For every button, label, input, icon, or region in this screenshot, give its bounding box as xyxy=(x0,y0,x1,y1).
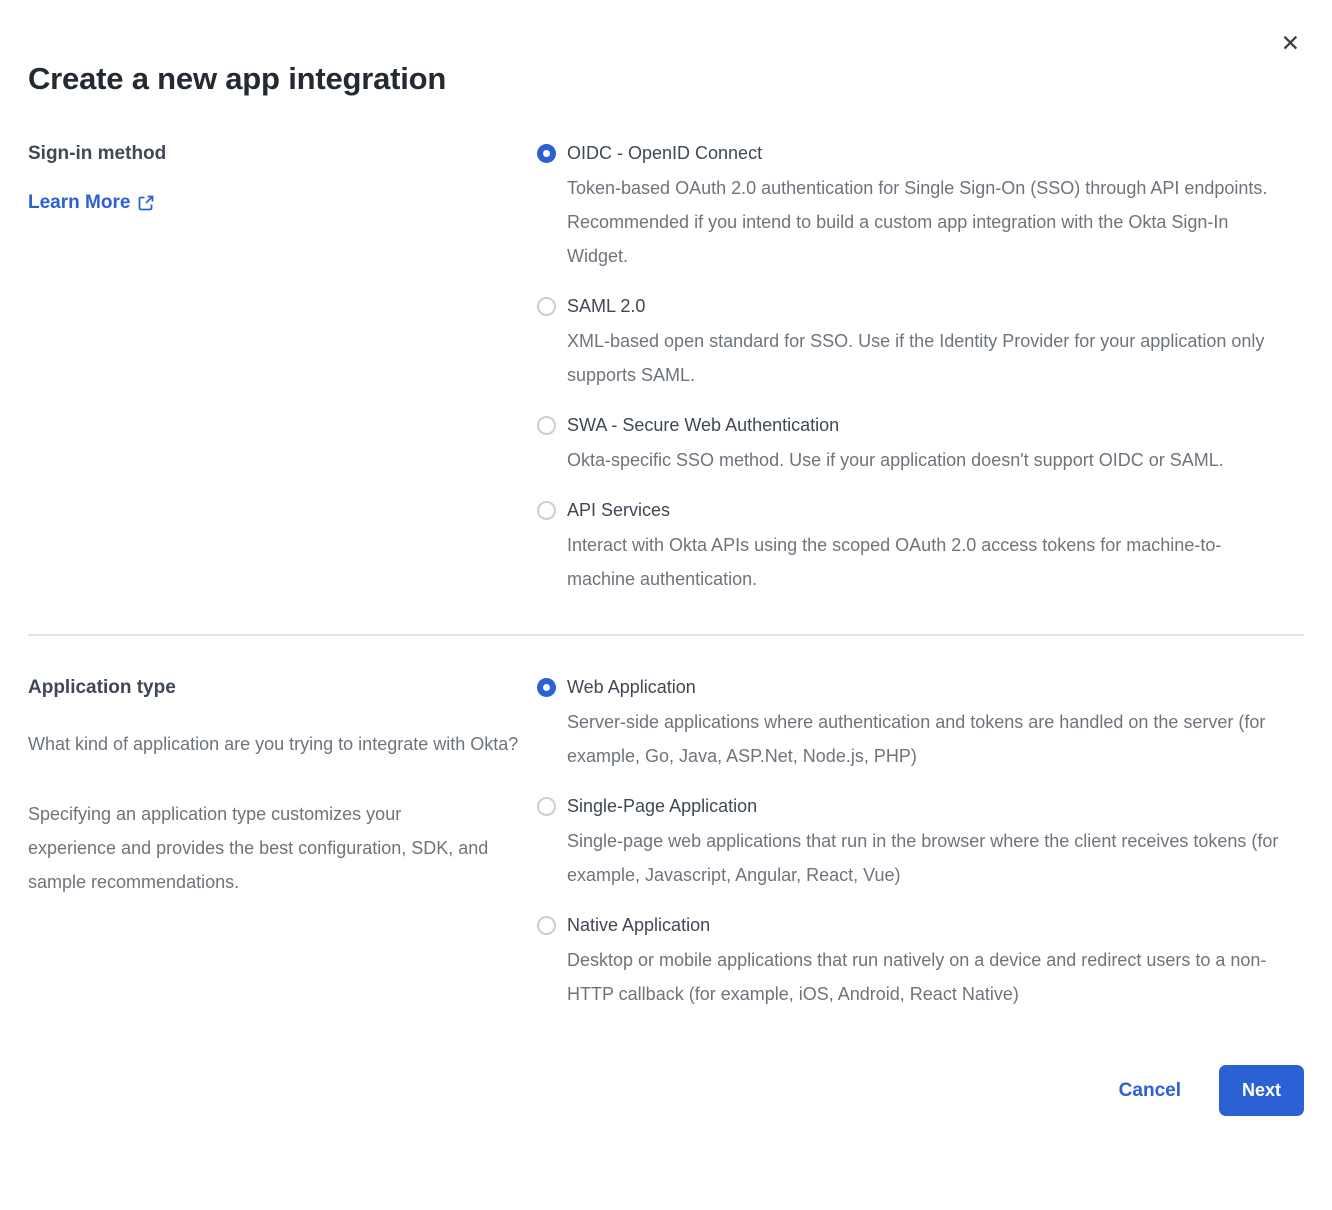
section-divider xyxy=(28,634,1304,636)
dialog-title: Create a new app integration xyxy=(28,60,1304,98)
option-oidc-body: OIDC - OpenID Connect Token-based OAuth … xyxy=(567,142,1279,273)
signin-method-left: Sign-in method Learn More xyxy=(28,142,537,596)
option-web-application-description: Server-side applications where authentic… xyxy=(567,705,1279,773)
radio-unselected-icon[interactable] xyxy=(537,501,556,520)
application-type-intro-2: Specifying an application type customize… xyxy=(28,797,494,899)
option-oidc[interactable]: OIDC - OpenID Connect Token-based OAuth … xyxy=(537,142,1304,273)
create-app-integration-dialog: ✕ Create a new app integration Sign-in m… xyxy=(0,0,1332,1210)
option-single-page-application-description: Single-page web applications that run in… xyxy=(567,824,1279,892)
option-native-application-label: Native Application xyxy=(567,914,1279,937)
option-native-application[interactable]: Native Application Desktop or mobile app… xyxy=(537,914,1304,1011)
close-icon[interactable]: ✕ xyxy=(1281,32,1300,55)
radio-selected-icon[interactable] xyxy=(537,144,556,163)
option-api-services-description: Interact with Okta APIs using the scoped… xyxy=(567,528,1279,596)
option-saml[interactable]: SAML 2.0 XML-based open standard for SSO… xyxy=(537,295,1304,392)
option-single-page-application-label: Single-Page Application xyxy=(567,795,1279,818)
option-swa[interactable]: SWA - Secure Web Authentication Okta-spe… xyxy=(537,414,1304,477)
cancel-button[interactable]: Cancel xyxy=(1119,1080,1181,1102)
learn-more-link[interactable]: Learn More xyxy=(28,192,154,214)
application-type-left: Application type What kind of applicatio… xyxy=(28,676,537,1011)
option-swa-description: Okta-specific SSO method. Use if your ap… xyxy=(567,443,1224,477)
application-type-section: Application type What kind of applicatio… xyxy=(28,676,1304,1011)
radio-unselected-icon[interactable] xyxy=(537,797,556,816)
option-native-application-description: Desktop or mobile applications that run … xyxy=(567,943,1279,1011)
external-link-icon xyxy=(138,195,154,211)
signin-method-section: Sign-in method Learn More OIDC - OpenID … xyxy=(28,142,1304,596)
option-api-services-label: API Services xyxy=(567,499,1279,522)
option-web-application[interactable]: Web Application Server-side applications… xyxy=(537,676,1304,773)
option-web-application-label: Web Application xyxy=(567,676,1279,699)
radio-unselected-icon[interactable] xyxy=(537,416,556,435)
signin-method-label: Sign-in method xyxy=(28,142,537,165)
option-single-page-application[interactable]: Single-Page Application Single-page web … xyxy=(537,795,1304,892)
next-button[interactable]: Next xyxy=(1219,1065,1304,1116)
option-native-application-body: Native Application Desktop or mobile app… xyxy=(567,914,1279,1011)
application-type-options: Web Application Server-side applications… xyxy=(537,676,1304,1011)
option-saml-description: XML-based open standard for SSO. Use if … xyxy=(567,324,1279,392)
option-web-application-body: Web Application Server-side applications… xyxy=(567,676,1279,773)
option-single-page-application-body: Single-Page Application Single-page web … xyxy=(567,795,1279,892)
signin-method-options: OIDC - OpenID Connect Token-based OAuth … xyxy=(537,142,1304,596)
option-swa-label: SWA - Secure Web Authentication xyxy=(567,414,1224,437)
option-api-services-body: API Services Interact with Okta APIs usi… xyxy=(567,499,1279,596)
application-type-label: Application type xyxy=(28,676,537,699)
radio-unselected-icon[interactable] xyxy=(537,916,556,935)
application-type-intro-1: What kind of application are you trying … xyxy=(28,727,528,761)
option-oidc-description: Token-based OAuth 2.0 authentication for… xyxy=(567,171,1279,273)
option-saml-body: SAML 2.0 XML-based open standard for SSO… xyxy=(567,295,1279,392)
radio-selected-icon[interactable] xyxy=(537,678,556,697)
option-swa-body: SWA - Secure Web Authentication Okta-spe… xyxy=(567,414,1224,477)
option-saml-label: SAML 2.0 xyxy=(567,295,1279,318)
option-oidc-label: OIDC - OpenID Connect xyxy=(567,142,1279,165)
option-api-services[interactable]: API Services Interact with Okta APIs usi… xyxy=(537,499,1304,596)
learn-more-label: Learn More xyxy=(28,192,130,214)
radio-unselected-icon[interactable] xyxy=(537,297,556,316)
dialog-footer: Cancel Next xyxy=(28,1065,1304,1116)
